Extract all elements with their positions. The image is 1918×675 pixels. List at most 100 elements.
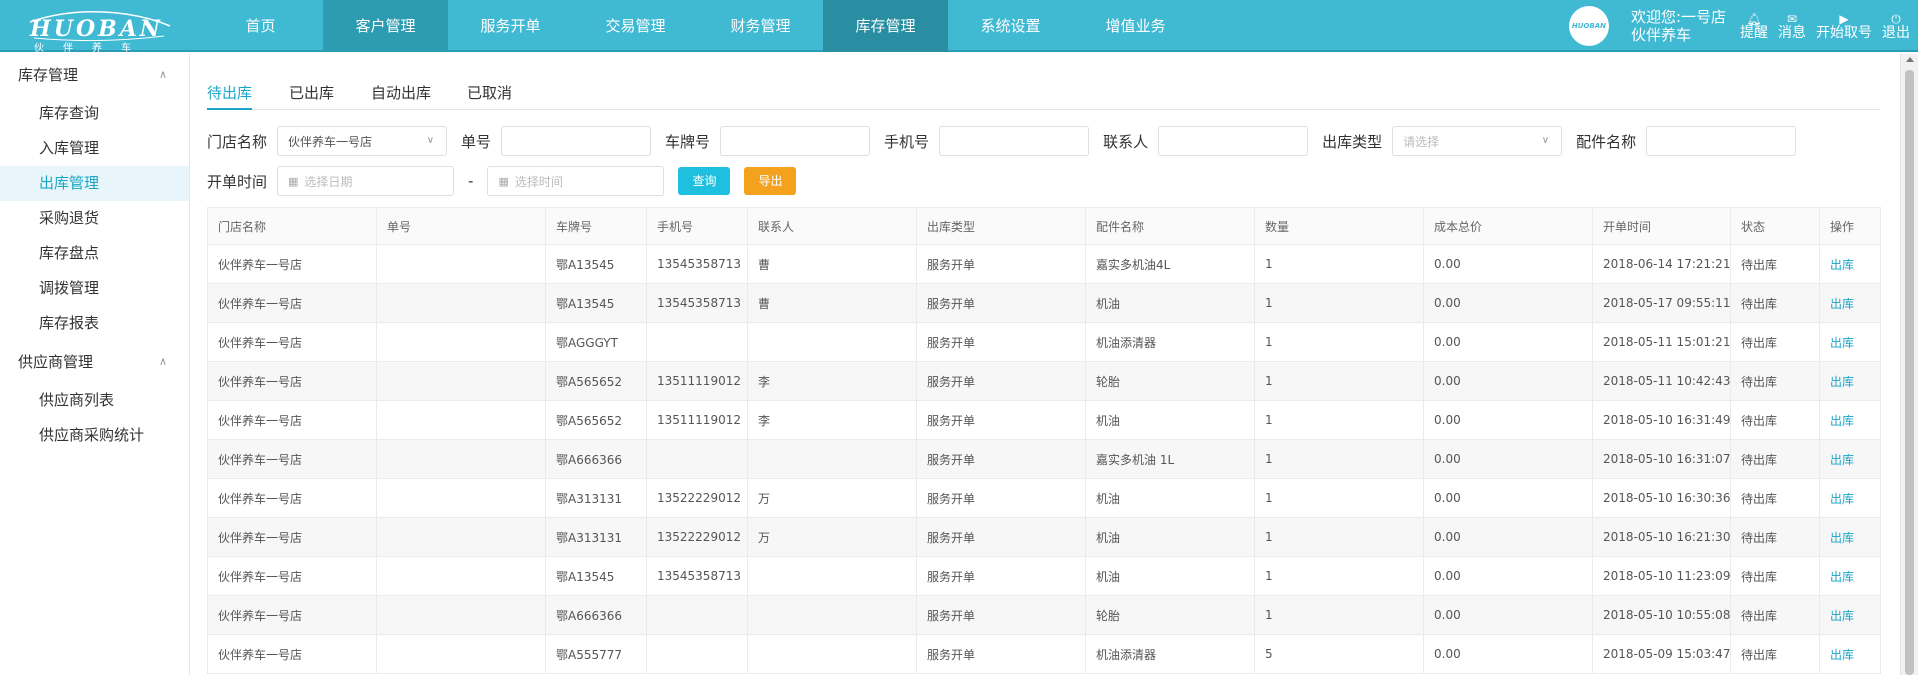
outbound-action-link[interactable]: 出库 — [1830, 492, 1854, 506]
tab-auto-outbound[interactable]: 自动出库 — [371, 82, 431, 110]
cell-cost-total: 0.00 — [1423, 322, 1593, 362]
chevron-down-icon: ∨ — [1541, 135, 1550, 146]
outbound-type-select[interactable]: 请选择 ∨ — [1392, 126, 1563, 156]
table-row: 伙伴养车一号店 鄂A313131 13522229012 万服务开单 机油 1 0.00 20… — [207, 517, 1881, 557]
outbound-action-link[interactable]: 出库 — [1830, 609, 1854, 623]
outbound-action-link[interactable]: 出库 — [1830, 570, 1854, 584]
cell-outbound-type: 服务开单 — [916, 361, 1086, 401]
cell-part-name: 嘉实多机油 1L — [1085, 439, 1255, 479]
outbound-action-link[interactable]: 出库 — [1830, 336, 1854, 350]
phone-input[interactable] — [939, 126, 1090, 156]
cell-status: 待出库 — [1730, 400, 1820, 440]
sidebar-group-supplier[interactable]: 供应商管理 ∧ — [0, 341, 189, 383]
cell-store: 伙伴养车一号店 — [207, 634, 377, 674]
nav-trade-management[interactable]: 交易管理 — [573, 0, 698, 52]
remind-label: 提醒 — [1740, 25, 1768, 41]
cell-store: 伙伴养车一号店 — [207, 283, 377, 323]
cell-plate: 鄂A555777 — [545, 634, 647, 674]
cell-contact — [747, 322, 917, 362]
outbound-action-link[interactable]: 出库 — [1830, 258, 1854, 272]
cell-status: 待出库 — [1730, 517, 1820, 557]
user-avatar[interactable]: HUOBAN — [1568, 6, 1609, 46]
sidebar-item-supplier-list[interactable]: 供应商列表 — [0, 383, 189, 418]
chevron-up-icon: ∧ — [158, 68, 167, 81]
nav-value-added[interactable]: 增值业务 — [1073, 0, 1198, 52]
cell-order-time: 2018-05-09 15:03:47 — [1592, 634, 1731, 674]
outbound-table: 门店名称 单号 车牌号 手机号 联系人 出库类型 配件名称 数量 成本总价 开单… — [207, 207, 1881, 674]
nav-customer-management[interactable]: 客户管理 — [323, 0, 448, 52]
cell-plate: 鄂AGGGYT — [545, 322, 647, 362]
tab-pending-outbound[interactable]: 待出库 — [207, 82, 253, 110]
sidebar-group-inventory[interactable]: 库存管理 ∧ — [0, 54, 189, 96]
start-date-picker[interactable]: ▦ 选择日期 — [277, 166, 455, 196]
scroll-up-arrow-icon[interactable] — [1906, 57, 1914, 62]
outbound-action-link[interactable]: 出库 — [1830, 414, 1854, 428]
cell-outbound-type: 服务开单 — [916, 400, 1086, 440]
cell-plate: 鄂A13545 — [545, 283, 647, 323]
remind-button[interactable]: 🔔︎ 提醒 — [1740, 11, 1768, 41]
sidebar-item-inbound[interactable]: 入库管理 — [0, 131, 189, 166]
cell-phone — [646, 322, 748, 362]
cell-phone: 13545358713 — [646, 283, 748, 323]
outbound-action-link[interactable]: 出库 — [1830, 648, 1854, 662]
end-time-picker[interactable]: ▦ 选择时间 — [487, 166, 665, 196]
cell-action: 出库 — [1819, 283, 1881, 323]
cell-order-no — [376, 283, 546, 323]
query-button[interactable]: 查询 — [678, 167, 731, 195]
brand-logo[interactable]: HUOBAN 伙伴养车 — [24, 8, 174, 54]
cell-status: 待出库 — [1730, 595, 1820, 635]
cell-status: 待出库 — [1730, 361, 1820, 401]
sidebar-item-transfer[interactable]: 调拨管理 — [0, 271, 189, 306]
sidebar-item-stock-report[interactable]: 库存报表 — [0, 306, 189, 341]
cell-outbound-type: 服务开单 — [916, 517, 1086, 557]
contact-input[interactable] — [1158, 126, 1309, 156]
nav-finance-management[interactable]: 财务管理 — [698, 0, 823, 52]
cell-order-time: 2018-05-10 16:31:49 — [1592, 400, 1731, 440]
sidebar-item-stocktake[interactable]: 库存盘点 — [0, 236, 189, 271]
sidebar-item-outbound[interactable]: 出库管理 — [0, 166, 189, 201]
nav-home[interactable]: 首页 — [198, 0, 323, 52]
sidebar-item-supplier-stats[interactable]: 供应商采购统计 — [0, 418, 189, 453]
take-number-button[interactable]: ▶ 开始取号 — [1816, 11, 1872, 41]
cell-cost-total: 0.00 — [1423, 439, 1593, 479]
cell-plate: 鄂A313131 — [545, 478, 647, 518]
cell-action: 出库 — [1819, 400, 1881, 440]
main-nav: 首页 客户管理 服务开单 交易管理 财务管理 库存管理 系统设置 增值业务 — [198, 0, 1198, 52]
cell-action: 出库 — [1819, 478, 1881, 518]
outbound-action-link[interactable]: 出库 — [1830, 453, 1854, 467]
part-input[interactable] — [1646, 126, 1797, 156]
message-button[interactable]: ✉ 消息 — [1778, 11, 1806, 41]
plate-input[interactable] — [720, 126, 871, 156]
order-input[interactable] — [501, 126, 652, 156]
export-button[interactable]: 导出 — [744, 167, 797, 195]
cell-outbound-type: 服务开单 — [916, 283, 1086, 323]
tab-cancelled[interactable]: 已取消 — [467, 82, 512, 110]
cell-quantity: 1 — [1254, 478, 1424, 518]
cell-order-time: 2018-05-10 16:21:30 — [1592, 517, 1731, 557]
sidebar-item-stock-query[interactable]: 库存查询 — [0, 96, 189, 131]
table-row: 伙伴养车一号店 鄂A555777 服务开单 机油添清器 5 0.00 2018-05-09 … — [207, 634, 1881, 674]
cell-plate: 鄂A313131 — [545, 517, 647, 557]
part-label: 配件名称 — [1576, 132, 1637, 151]
cell-contact — [747, 439, 917, 479]
cell-store: 伙伴养车一号店 — [207, 478, 377, 518]
table-header-row: 门店名称 单号 车牌号 手机号 联系人 出库类型 配件名称 数量 成本总价 开单… — [207, 207, 1881, 245]
scroll-thumb[interactable] — [1905, 70, 1914, 675]
sidebar-item-purchase-return[interactable]: 采购退货 — [0, 201, 189, 236]
cell-order-no — [376, 244, 546, 284]
nav-system-settings[interactable]: 系统设置 — [948, 0, 1073, 52]
nav-inventory-management[interactable]: 库存管理 — [823, 0, 948, 52]
outbound-action-link[interactable]: 出库 — [1830, 297, 1854, 311]
cell-quantity: 1 — [1254, 517, 1424, 557]
sidebar: 库存管理 ∧ 库存查询 入库管理 出库管理 采购退货 库存盘点 调拨管理 库存报… — [0, 54, 190, 675]
page-scrollbar[interactable] — [1900, 54, 1918, 675]
logout-button[interactable]: ⏻ 退出 — [1882, 11, 1910, 41]
table-row: 伙伴养车一号店 鄂A666366 服务开单 嘉实多机油 1L 1 0.00 2018-05-… — [207, 439, 1881, 479]
cell-contact: 万 — [747, 517, 917, 557]
nav-service-order[interactable]: 服务开单 — [448, 0, 573, 52]
tab-outbound-done[interactable]: 已出库 — [289, 82, 334, 110]
outbound-action-link[interactable]: 出库 — [1830, 375, 1854, 389]
cell-quantity: 1 — [1254, 439, 1424, 479]
store-select[interactable]: 伙伴养车一号店 ∨ — [277, 126, 448, 156]
outbound-action-link[interactable]: 出库 — [1830, 531, 1854, 545]
